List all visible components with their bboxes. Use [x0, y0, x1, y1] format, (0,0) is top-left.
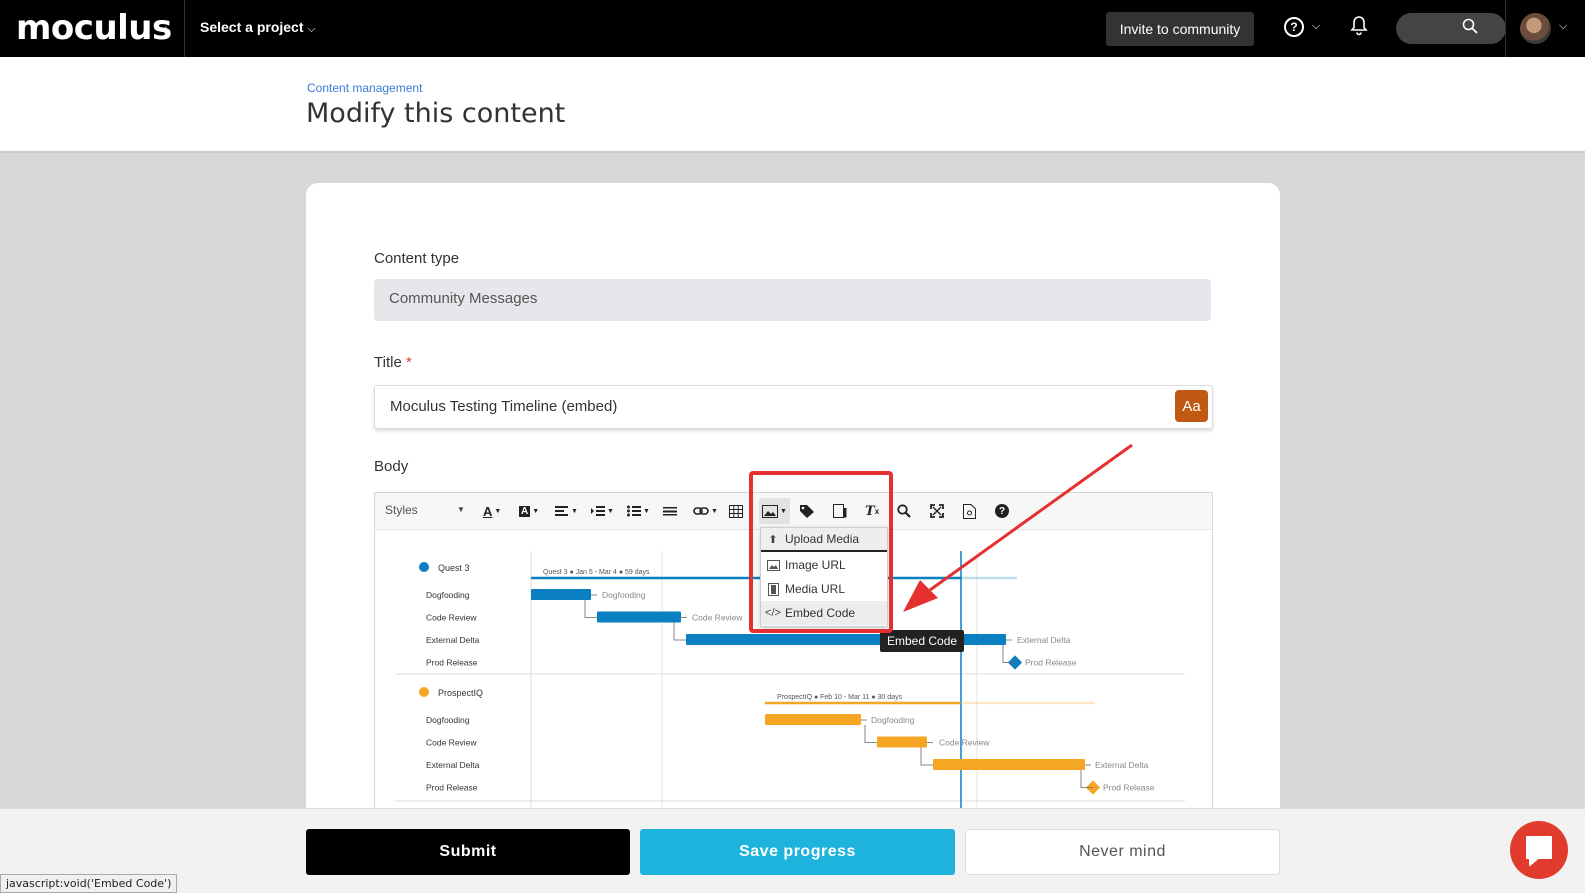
chat-button[interactable] [1510, 821, 1568, 879]
never-mind-button[interactable]: Never mind [965, 829, 1280, 875]
submit-button[interactable]: Submit [306, 829, 630, 875]
chat-icon [1526, 836, 1552, 866]
annotation-arrow [903, 443, 1133, 612]
status-bar: javascript:void('Embed Code') [0, 874, 178, 893]
save-progress-button[interactable]: Save progress [640, 829, 955, 875]
